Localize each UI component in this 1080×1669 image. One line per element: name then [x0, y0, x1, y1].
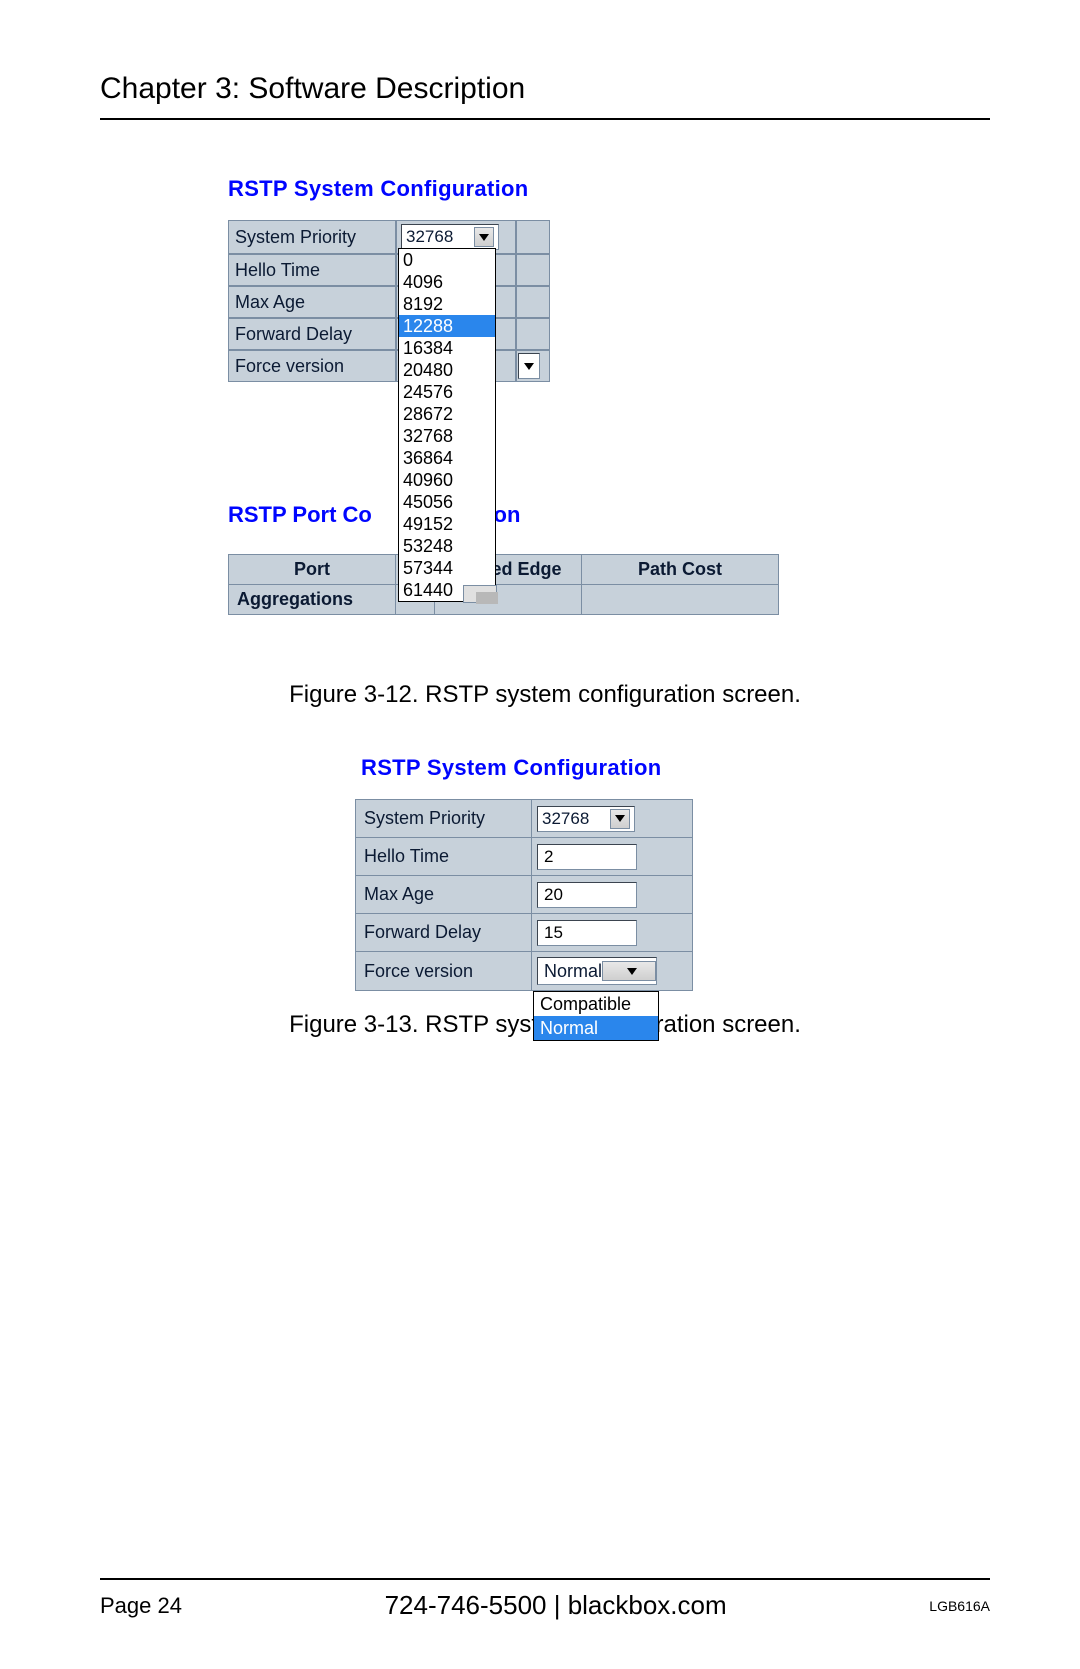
priority-option[interactable]: 8192 — [399, 293, 495, 315]
system-priority-dropdown-list[interactable]: 0409681921228816384204802457628672327683… — [398, 248, 496, 602]
force-version-arrow-cell — [516, 350, 550, 382]
priority-option[interactable]: 57344 — [399, 557, 495, 579]
priority-option[interactable]: 12288 — [399, 315, 495, 337]
spacer-cell — [516, 220, 550, 254]
chapter-heading: Chapter 3: Software Description — [100, 72, 990, 120]
priority-option[interactable]: 49152 — [399, 513, 495, 535]
priority-option[interactable]: 24576 — [399, 381, 495, 403]
figure-3-12-caption: Figure 3-12. RSTP system configuration s… — [100, 681, 990, 709]
rstp-sys-config-title-2: RSTP System Configuration — [361, 755, 735, 781]
spacer-cell — [516, 318, 550, 350]
force-version-label: Force version — [228, 350, 396, 382]
priority-option[interactable]: 53248 — [399, 535, 495, 557]
rstp-sys-config-title: RSTP System Configuration — [228, 176, 788, 202]
rstp-system-table: System Priority 32768 Hello Time Max Age — [228, 220, 550, 382]
system-priority-label: System Priority — [356, 800, 532, 838]
footer-code: LGB616A — [929, 1598, 990, 1614]
hello-time-input[interactable] — [537, 844, 637, 870]
system-priority-label: System Priority — [228, 220, 396, 254]
rstp-system-table-2: System Priority 32768 Hello Time Max Age… — [355, 799, 693, 991]
priority-option[interactable]: 28672 — [399, 403, 495, 425]
page-footer: Page 24 724-746-5500 | blackbox.com LGB6… — [0, 1578, 1080, 1621]
forward-delay-input[interactable] — [537, 920, 637, 946]
hello-time-label: Hello Time — [356, 838, 532, 876]
max-age-label: Max Age — [228, 286, 396, 318]
chevron-down-icon[interactable] — [474, 227, 494, 247]
system-priority-select[interactable]: 32768 — [401, 224, 499, 250]
spacer-cell — [516, 254, 550, 286]
page-number: Page 24 — [100, 1593, 182, 1619]
chevron-down-icon[interactable] — [610, 809, 630, 829]
priority-option[interactable]: 40960 — [399, 469, 495, 491]
max-age-label: Max Age — [356, 876, 532, 914]
priority-option[interactable]: 20480 — [399, 359, 495, 381]
force-version-label: Force version — [356, 952, 532, 991]
figure-3-12: RSTP System Configuration System Priorit… — [228, 176, 788, 651]
chevron-down-icon — [520, 357, 538, 375]
footer-center: 724-746-5500 | blackbox.com — [182, 1590, 929, 1621]
priority-option[interactable]: 32768 — [399, 425, 495, 447]
port-header-port: Port — [229, 555, 396, 585]
spacer-cell — [516, 286, 550, 318]
force-version-value: Normal — [538, 961, 602, 982]
force-version-select[interactable]: Normal — [537, 957, 657, 985]
priority-option[interactable]: 36864 — [399, 447, 495, 469]
system-priority-value: 32768 — [406, 227, 453, 247]
rstp-port-table: Port F nabled Edge Path Cost Aggregation… — [228, 554, 779, 615]
max-age-input[interactable] — [537, 882, 637, 908]
port-cell — [582, 585, 779, 615]
force-version-select-arrow[interactable] — [518, 353, 540, 379]
figure-3-13: RSTP System Configuration System Priorit… — [355, 755, 735, 991]
priority-option[interactable]: 16384 — [399, 337, 495, 359]
rstp-port-title-left: RSTP Port Co — [228, 502, 372, 527]
force-version-dropdown-list[interactable]: Compatible Normal — [533, 991, 659, 1041]
priority-option[interactable]: 45056 — [399, 491, 495, 513]
priority-option[interactable]: 4096 — [399, 271, 495, 293]
scrollbar-thumb[interactable] — [476, 592, 498, 604]
port-header-cost: Path Cost — [582, 555, 779, 585]
port-row-aggregations: Aggregations — [229, 585, 396, 615]
chevron-down-icon[interactable] — [602, 961, 656, 981]
system-priority-select[interactable]: 32768 — [537, 806, 635, 832]
dropdown-scrollbar[interactable] — [463, 585, 497, 603]
forward-delay-label: Forward Delay — [228, 318, 396, 350]
hello-time-label: Hello Time — [228, 254, 396, 286]
force-option-compatible[interactable]: Compatible — [534, 992, 658, 1016]
forward-delay-label: Forward Delay — [356, 914, 532, 952]
system-priority-value: 32768 — [542, 809, 589, 829]
priority-option[interactable]: 0 — [399, 249, 495, 271]
force-option-normal[interactable]: Normal — [534, 1016, 658, 1040]
